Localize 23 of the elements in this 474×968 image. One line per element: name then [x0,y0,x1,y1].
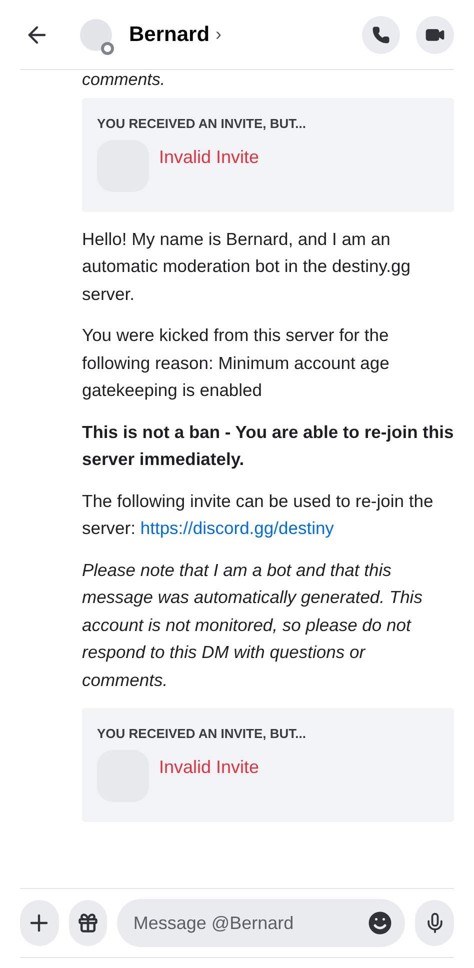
message-text: The following invite can be used to re-join the server: https://discord.gg/destiny [82,490,434,540]
gift-icon [77,912,99,934]
invite-link[interactable]: https://discord.gg/destiny [140,518,334,538]
message-text: Please note that I am a bot and that this message was automatically generated. This account is not monitored, so please do not respond to this DM with questions or comments. [82,558,424,692]
invite-status: Invalid Invite [159,146,260,168]
message-text: This is not a ban - You are able to re-join this server immediately. [82,420,455,471]
phone-icon [372,26,390,44]
chevron-text[interactable]: › [216,21,222,48]
call-button[interactable] [362,16,400,54]
message-text: You were kicked from this server for the following reason: Minimum account age gatekeeping is enabled [82,324,390,402]
add-button[interactable] [20,900,59,946]
status-icon [101,42,114,54]
invite-status: Invalid Invite [159,756,260,778]
invite-heading: YOU RECEIVED AN INVITE, BUT... [97,725,307,743]
mic-button[interactable] [415,900,454,946]
message-text: comments. [82,70,166,90]
contact-name[interactable]: Bernard [129,18,210,50]
video-button[interactable] [416,16,454,54]
message-text: Hello! My name is Bernard, and I am an automatic moderation bot in the destiny.gg server. [82,228,412,306]
invite-heading: YOU RECEIVED AN INVITE, BUT... [97,115,307,133]
gift-button[interactable] [68,900,108,946]
message-input[interactable]: Message @Bernard [133,910,366,936]
message-field[interactable]: Message @Bernard [117,899,406,947]
